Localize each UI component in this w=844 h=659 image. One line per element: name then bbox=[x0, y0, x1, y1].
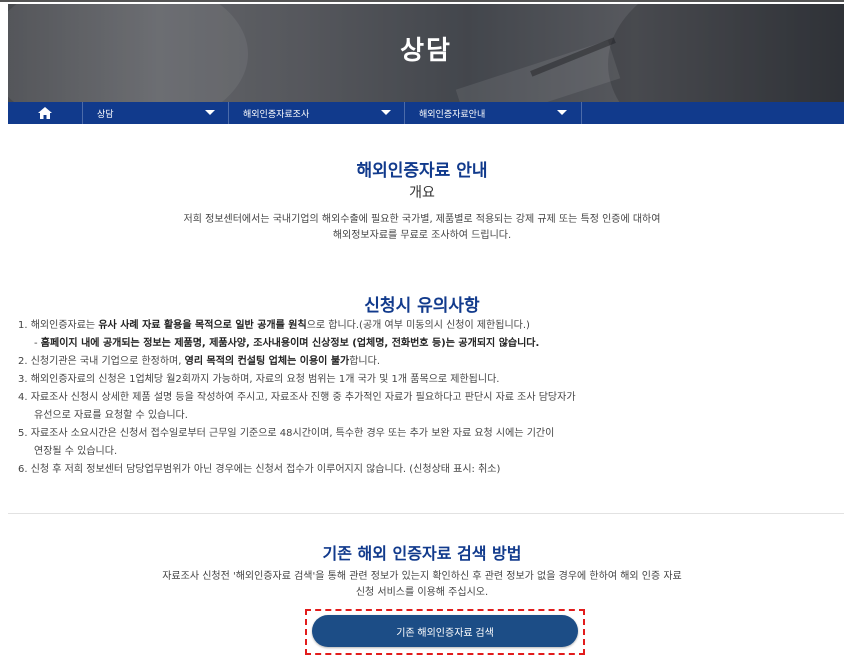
notice-item-3: 3. 해외인증자료의 신청은 1업체당 월2회까지 가능하며, 자료의 요청 범… bbox=[18, 374, 500, 385]
chevron-down-icon bbox=[557, 110, 567, 115]
notice-item-5: 5. 자료조사 소요시간은 신청서 접수일로부터 근무일 기준으로 48시간이며… bbox=[18, 428, 555, 439]
page-banner: 상담 bbox=[8, 4, 844, 102]
notice-item-5-cont: 연장될 수 있습니다. bbox=[34, 446, 118, 457]
notice-item-6: 6. 신청 후 저희 정보센터 담당업무범위가 아닌 경우에는 신청서 접수가 … bbox=[18, 464, 501, 475]
home-icon bbox=[38, 107, 52, 119]
section-divider bbox=[8, 513, 844, 514]
chevron-down-icon bbox=[381, 110, 391, 115]
intro-subtitle: 개요 bbox=[409, 185, 435, 201]
highlight-box: 기존 해외인증자료 검색 bbox=[305, 609, 585, 655]
intro-line-2: 해외정보자료를 무료로 조사하여 드립니다. bbox=[332, 230, 512, 241]
notice-item-2: 2. 신청기관은 국내 기업으로 한정하며, 영리 목적의 컨설팅 업체는 이용… bbox=[18, 356, 381, 367]
search-line-1: 자료조사 신청전 '해외인증자료 검색'을 통해 관련 정보가 있는지 확인하신… bbox=[162, 571, 682, 582]
search-title: 기존 해외 인증자료 검색 방법 bbox=[322, 544, 522, 563]
notice-item-1: 1. 해외인증자료는 유사 사례 자료 활용을 목적으로 일반 공개를 원칙으로… bbox=[18, 320, 530, 331]
notice-item-1-sub: - 홈페이지 내에 공개되는 정보는 제품명, 제품사양, 조사내용이며 신상정… bbox=[34, 338, 540, 349]
intro-title: 해외인증자료 안내 bbox=[356, 161, 488, 181]
notice-item-4: 4. 자료조사 신청시 상세한 제품 설명 등을 작성하여 주시고, 자료조사 … bbox=[18, 392, 576, 403]
nav-item-label: 상담 bbox=[97, 109, 114, 120]
nav-home[interactable] bbox=[8, 102, 82, 124]
notice-list: 1. 해외인증자료는 유사 사례 자료 활용을 목적으로 일반 공개를 원칙으로… bbox=[18, 317, 838, 479]
nav-item-label: 해외인증자료안내 bbox=[419, 109, 486, 120]
banner-title: 상담 bbox=[400, 36, 452, 66]
chevron-down-icon bbox=[205, 110, 215, 115]
nav-item-label: 해외인증자료조사 bbox=[243, 109, 310, 120]
search-existing-button[interactable]: 기존 해외인증자료 검색 bbox=[312, 615, 578, 647]
top-border bbox=[0, 0, 844, 2]
nav-item-overseas-guide[interactable]: 해외인증자료안내 bbox=[404, 102, 582, 124]
notice-item-4-cont: 유선으로 자료를 요청할 수 있습니다. bbox=[34, 410, 188, 421]
intro-line-1: 저희 정보센터에서는 국내기업의 해외수출에 필요한 국가별, 제품별로 적용되… bbox=[183, 214, 661, 225]
search-line-2: 신청 서비스를 이용해 주십시오. bbox=[355, 587, 489, 598]
nav-item-consult[interactable]: 상담 bbox=[82, 102, 229, 124]
nav-item-overseas-research[interactable]: 해외인증자료조사 bbox=[228, 102, 405, 124]
notice-title: 신청시 유의사항 bbox=[364, 296, 480, 316]
breadcrumb-nav: 상담 해외인증자료조사 해외인증자료안내 bbox=[8, 102, 844, 124]
